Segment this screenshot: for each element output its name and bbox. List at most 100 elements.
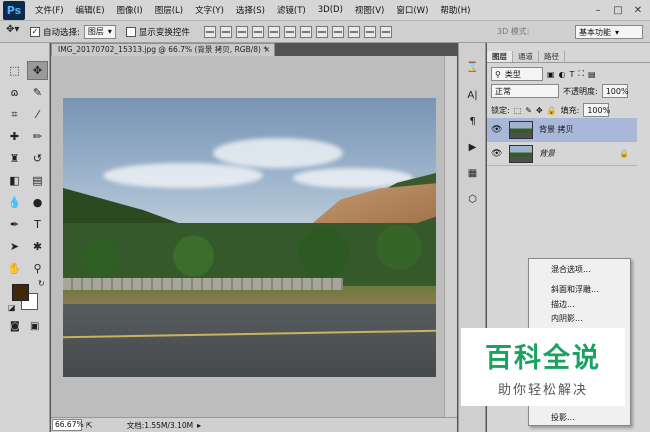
photo-canvas[interactable] <box>63 98 436 377</box>
menu-view[interactable]: 视图(V) <box>349 4 390 16</box>
eyedropper-tool-icon[interactable]: ⁄ <box>27 105 48 124</box>
document-tab[interactable]: IMG_20170702_15313.jpg @ 66.7% (背景 拷贝, R… <box>51 43 275 56</box>
marquee-tool-icon[interactable]: ⬚ <box>4 61 25 80</box>
lock-position-icon[interactable]: ✥ <box>536 106 543 115</box>
align-right-icon[interactable] <box>283 25 296 38</box>
auto-select-dropdown[interactable]: 图层 ▾ <box>83 24 116 39</box>
distribute-right-icon[interactable] <box>379 25 392 38</box>
watermark-subtitle: 助你轻松解决 <box>497 383 588 398</box>
filter-type-icon[interactable]: T <box>570 70 575 79</box>
blend-mode-dropdown[interactable]: 正常 <box>491 84 559 98</box>
distribute-left-icon[interactable] <box>347 25 360 38</box>
gradient-tool-icon[interactable]: ▤ <box>27 171 48 190</box>
brush-tool-icon[interactable]: ✏ <box>27 127 48 146</box>
visibility-eye-icon[interactable]: 👁 <box>491 149 505 159</box>
distribute-vcenter-icon[interactable] <box>315 25 328 38</box>
menu-item-inner-shadow[interactable]: 内阴影... <box>551 313 583 324</box>
layer-row[interactable]: 👁 背景 拷贝 <box>487 118 637 142</box>
lock-transparent-icon[interactable]: ⬚ <box>514 106 522 115</box>
swap-colors-icon[interactable]: ↻ <box>38 279 45 288</box>
quick-select-tool-icon[interactable]: ✎ <box>27 83 48 102</box>
healing-brush-tool-icon[interactable]: ✚ <box>4 127 25 146</box>
shape-tool-icon[interactable]: ✱ <box>27 237 48 256</box>
hand-tool-icon[interactable]: ✋ <box>4 259 25 278</box>
distribute-top-icon[interactable] <box>299 25 312 38</box>
menu-3d[interactable]: 3D(D) <box>312 5 349 15</box>
menu-file[interactable]: 文件(F) <box>29 4 70 16</box>
menu-window[interactable]: 窗口(W) <box>390 4 434 16</box>
filter-pixel-icon[interactable]: ▣ <box>547 70 555 79</box>
menu-image[interactable]: 图像(I) <box>111 4 149 16</box>
distribute-bottom-icon[interactable] <box>331 25 344 38</box>
foreground-color-swatch[interactable] <box>12 284 29 301</box>
quick-mask-icon[interactable]: ◙ <box>10 321 20 332</box>
menu-item-bevel-emboss[interactable]: 斜面和浮雕... <box>551 284 599 295</box>
auto-select-checkbox[interactable]: ✓ <box>30 26 40 37</box>
menu-help[interactable]: 帮助(H) <box>434 4 476 16</box>
character-panel-icon[interactable]: A| <box>464 87 481 104</box>
filter-shape-icon[interactable]: ⛶ <box>578 69 584 79</box>
default-colors-icon[interactable]: ◪ <box>8 303 16 312</box>
zoom-input[interactable]: 66.67% <box>52 419 84 431</box>
show-transform-checkbox[interactable] <box>125 26 136 37</box>
layer-row[interactable]: 👁 背景 🔒 <box>487 142 637 166</box>
photoshop-logo: Ps <box>3 0 25 20</box>
chevron-right-icon[interactable]: ▸ <box>197 421 201 430</box>
menu-item-blending-options[interactable]: 混合选项... <box>551 264 591 275</box>
maximize-button[interactable]: □ <box>608 3 628 19</box>
workspace-dropdown[interactable]: 基本功能 ▾ <box>575 25 643 39</box>
clone-stamp-tool-icon[interactable]: ♜ <box>4 149 25 168</box>
info-panel-icon[interactable]: ▦ <box>464 165 481 182</box>
3d-panel-icon[interactable]: ⬡ <box>464 191 481 208</box>
menu-select[interactable]: 选择(S) <box>230 4 271 16</box>
lock-pixels-icon[interactable]: ✎ <box>525 106 532 115</box>
opacity-input[interactable]: 100% <box>601 84 629 98</box>
history-panel-icon[interactable]: ⌛ <box>464 59 481 76</box>
vertical-scrollbar[interactable] <box>444 56 457 417</box>
distribute-hcenter-icon[interactable] <box>363 25 376 38</box>
menu-layer[interactable]: 图层(L) <box>149 4 189 16</box>
eraser-tool-icon[interactable]: ◧ <box>4 171 25 190</box>
lock-all-icon[interactable]: 🔒 <box>547 106 557 115</box>
pen-tool-icon[interactable]: ✒ <box>4 215 25 234</box>
document-info: 文档:1.55M/3.10M <box>126 420 194 430</box>
history-brush-tool-icon[interactable]: ↺ <box>27 149 48 168</box>
close-document-icon[interactable]: × <box>264 44 270 56</box>
menu-item-drop-shadow[interactable]: 投影... <box>551 412 575 423</box>
zoom-tool-icon[interactable]: ⚲ <box>27 259 48 278</box>
align-bottom-icon[interactable] <box>235 25 248 38</box>
filter-smart-icon[interactable]: ▤ <box>588 70 596 79</box>
dodge-tool-icon[interactable]: ● <box>27 193 48 212</box>
filter-adjust-icon[interactable]: ◐ <box>559 70 566 79</box>
minimize-button[interactable]: – <box>588 3 608 19</box>
align-hcenter-icon[interactable] <box>267 25 280 38</box>
actions-panel-icon[interactable]: ▶ <box>464 139 481 156</box>
move-tool-preset-icon[interactable]: ✥▾ <box>6 24 30 40</box>
fill-input[interactable]: 100% <box>583 103 610 117</box>
paragraph-panel-icon[interactable]: ¶ <box>464 113 481 130</box>
menu-item-stroke[interactable]: 描边... <box>551 299 575 310</box>
export-icon[interactable]: ⇱ <box>86 421 93 430</box>
align-vcenter-icon[interactable] <box>219 25 232 38</box>
align-left-icon[interactable] <box>251 25 264 38</box>
menu-filter[interactable]: 滤镜(T) <box>271 4 312 16</box>
tab-paths[interactable]: 路径 <box>539 51 565 62</box>
chevron-down-icon: ▾ <box>107 27 112 36</box>
tab-layers[interactable]: 图层 <box>487 51 513 62</box>
layer-filter-dropdown[interactable]: ⚲ 类型 <box>491 67 543 81</box>
menu-edit[interactable]: 编辑(E) <box>70 4 111 16</box>
close-button[interactable]: ✕ <box>628 3 648 19</box>
crop-tool-icon[interactable]: ⌗ <box>4 105 25 124</box>
show-transform-label: 显示变换控件 <box>138 27 190 38</box>
tab-channels[interactable]: 通道 <box>513 51 539 62</box>
move-tool-icon[interactable]: ✥ <box>27 61 48 80</box>
lasso-tool-icon[interactable]: ɷ <box>4 83 25 102</box>
screen-mode-icon[interactable]: ▣ <box>30 321 39 332</box>
menu-type[interactable]: 文字(Y) <box>189 4 230 16</box>
blur-tool-icon[interactable]: 💧 <box>4 193 25 212</box>
type-tool-icon[interactable]: T <box>27 215 48 234</box>
align-top-icon[interactable] <box>203 25 216 38</box>
layer-filter-value: 类型 <box>504 69 521 79</box>
visibility-eye-icon[interactable]: 👁 <box>491 125 505 135</box>
path-select-tool-icon[interactable]: ➤ <box>4 237 25 256</box>
